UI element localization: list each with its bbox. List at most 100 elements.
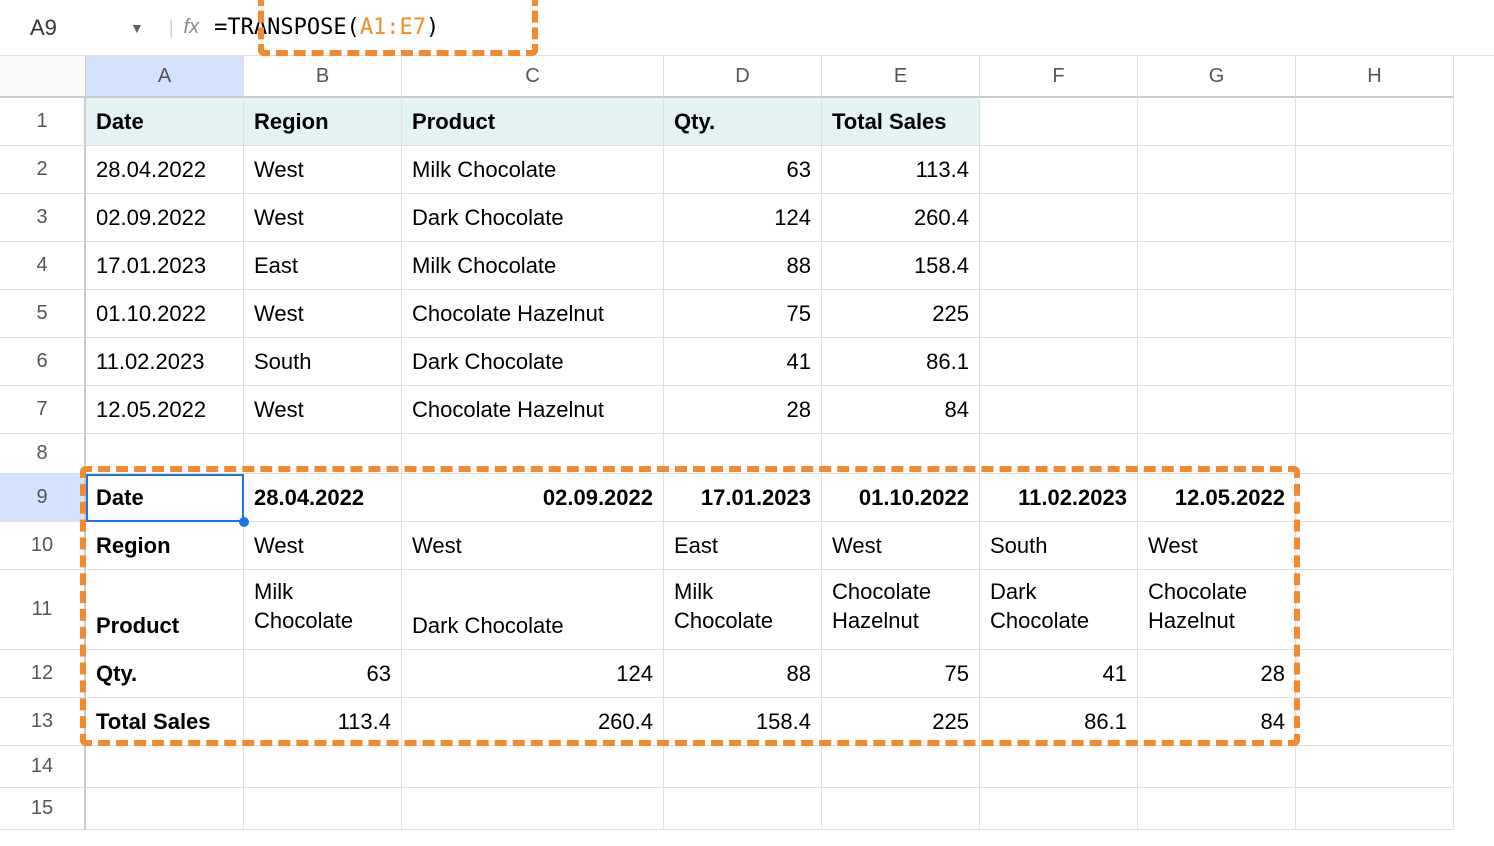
cell-B1[interactable]: Region (244, 98, 402, 146)
row-header-2[interactable]: 2 (0, 146, 86, 194)
cell-F2[interactable] (980, 146, 1138, 194)
fx-icon[interactable]: fx (184, 16, 200, 39)
cell-C7[interactable]: Chocolate Hazelnut (402, 386, 664, 434)
cell-G7[interactable] (1138, 386, 1296, 434)
cell-G1[interactable] (1138, 98, 1296, 146)
cell-D3[interactable]: 124 (664, 194, 822, 242)
cell-D13[interactable]: 158.4 (664, 698, 822, 746)
cell-G12[interactable]: 28 (1138, 650, 1296, 698)
cell-B4[interactable]: East (244, 242, 402, 290)
cell-F6[interactable] (980, 338, 1138, 386)
cell-G11[interactable]: Chocolate Hazelnut (1138, 570, 1296, 650)
cell-H5[interactable] (1296, 290, 1454, 338)
cell-B9[interactable]: 28.04.2022 (244, 474, 402, 522)
cell-H13[interactable] (1296, 698, 1454, 746)
cell-D7[interactable]: 28 (664, 386, 822, 434)
cell-A10[interactable]: Region (86, 522, 244, 570)
cell-A5[interactable]: 01.10.2022 (86, 290, 244, 338)
row-header-14[interactable]: 14 (0, 746, 86, 788)
cell-G3[interactable] (1138, 194, 1296, 242)
cell-C11[interactable]: Dark Chocolate (402, 570, 664, 650)
cell-H7[interactable] (1296, 386, 1454, 434)
row-header-13[interactable]: 13 (0, 698, 86, 746)
cell-B8[interactable] (244, 434, 402, 474)
name-box-dropdown-icon[interactable]: ▼ (130, 20, 144, 36)
row-header-11[interactable]: 11 (0, 570, 86, 650)
cell-D11[interactable]: Milk Chocolate (664, 570, 822, 650)
cell-B6[interactable]: South (244, 338, 402, 386)
cell-F11[interactable]: Dark Chocolate (980, 570, 1138, 650)
cell-F5[interactable] (980, 290, 1138, 338)
cell-H12[interactable] (1296, 650, 1454, 698)
cell-D15[interactable] (664, 788, 822, 830)
cell-B12[interactable]: 63 (244, 650, 402, 698)
cell-F10[interactable]: South (980, 522, 1138, 570)
col-header-H[interactable]: H (1296, 56, 1454, 98)
col-header-D[interactable]: D (664, 56, 822, 98)
cell-H8[interactable] (1296, 434, 1454, 474)
cell-D9[interactable]: 17.01.2023 (664, 474, 822, 522)
cell-B10[interactable]: West (244, 522, 402, 570)
cell-F13[interactable]: 86.1 (980, 698, 1138, 746)
cell-F4[interactable] (980, 242, 1138, 290)
cell-C3[interactable]: Dark Chocolate (402, 194, 664, 242)
cell-H1[interactable] (1296, 98, 1454, 146)
cell-E1[interactable]: Total Sales (822, 98, 980, 146)
row-header-15[interactable]: 15 (0, 788, 86, 830)
cell-F15[interactable] (980, 788, 1138, 830)
cell-A9[interactable]: Date (86, 474, 244, 522)
cell-G4[interactable] (1138, 242, 1296, 290)
col-header-B[interactable]: B (244, 56, 402, 98)
active-cell-handle[interactable] (239, 517, 249, 527)
cell-G2[interactable] (1138, 146, 1296, 194)
cell-H11[interactable] (1296, 570, 1454, 650)
cell-C5[interactable]: Chocolate Hazelnut (402, 290, 664, 338)
cell-A1[interactable]: Date (86, 98, 244, 146)
cell-H9[interactable] (1296, 474, 1454, 522)
cell-E9[interactable]: 01.10.2022 (822, 474, 980, 522)
cell-F8[interactable] (980, 434, 1138, 474)
cell-A8[interactable] (86, 434, 244, 474)
cell-D14[interactable] (664, 746, 822, 788)
cell-C1[interactable]: Product (402, 98, 664, 146)
cell-D1[interactable]: Qty. (664, 98, 822, 146)
cell-D8[interactable] (664, 434, 822, 474)
cell-A15[interactable] (86, 788, 244, 830)
cell-F9[interactable]: 11.02.2023 (980, 474, 1138, 522)
cell-F7[interactable] (980, 386, 1138, 434)
cell-A6[interactable]: 11.02.2023 (86, 338, 244, 386)
cell-G13[interactable]: 84 (1138, 698, 1296, 746)
cell-B7[interactable]: West (244, 386, 402, 434)
cell-A4[interactable]: 17.01.2023 (86, 242, 244, 290)
cell-D6[interactable]: 41 (664, 338, 822, 386)
cell-D2[interactable]: 63 (664, 146, 822, 194)
cell-G8[interactable] (1138, 434, 1296, 474)
name-box[interactable]: A9 (10, 15, 130, 41)
cell-C2[interactable]: Milk Chocolate (402, 146, 664, 194)
col-header-F[interactable]: F (980, 56, 1138, 98)
cell-C15[interactable] (402, 788, 664, 830)
cell-E15[interactable] (822, 788, 980, 830)
cell-E13[interactable]: 225 (822, 698, 980, 746)
cell-B11[interactable]: Milk Chocolate (244, 570, 402, 650)
formula-input[interactable]: =TRANSPOSE(A1:E7) (214, 15, 439, 40)
cell-E2[interactable]: 113.4 (822, 146, 980, 194)
cell-C8[interactable] (402, 434, 664, 474)
cell-E4[interactable]: 158.4 (822, 242, 980, 290)
cell-C9[interactable]: 02.09.2022 (402, 474, 664, 522)
cell-G9[interactable]: 12.05.2022 (1138, 474, 1296, 522)
cell-B2[interactable]: West (244, 146, 402, 194)
cell-A13[interactable]: Total Sales (86, 698, 244, 746)
cell-E14[interactable] (822, 746, 980, 788)
cell-C14[interactable] (402, 746, 664, 788)
cell-C6[interactable]: Dark Chocolate (402, 338, 664, 386)
cell-B14[interactable] (244, 746, 402, 788)
cell-E3[interactable]: 260.4 (822, 194, 980, 242)
cell-E12[interactable]: 75 (822, 650, 980, 698)
cell-F12[interactable]: 41 (980, 650, 1138, 698)
cell-E6[interactable]: 86.1 (822, 338, 980, 386)
cell-E7[interactable]: 84 (822, 386, 980, 434)
cell-B3[interactable]: West (244, 194, 402, 242)
cell-E10[interactable]: West (822, 522, 980, 570)
row-header-10[interactable]: 10 (0, 522, 86, 570)
